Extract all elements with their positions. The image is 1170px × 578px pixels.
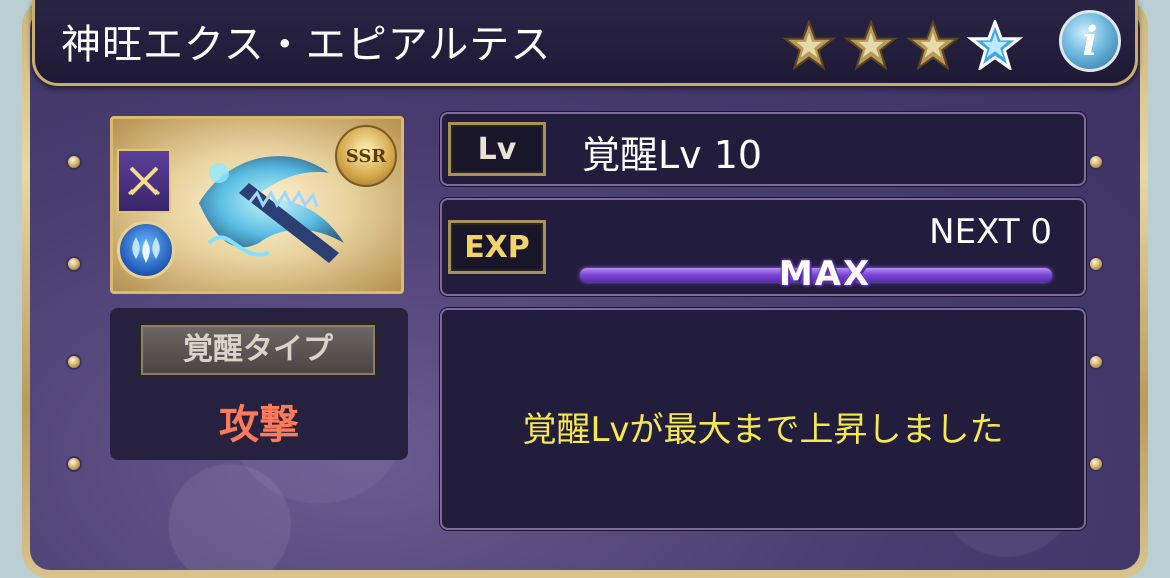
weapon-illustration	[199, 156, 344, 263]
info-button[interactable]: i	[1059, 10, 1121, 72]
awakening-type-label: 覚醒タイプ	[138, 322, 378, 378]
exp-max-label: MAX	[778, 254, 872, 294]
rivet-icon	[1088, 456, 1104, 472]
rarity-stars	[781, 20, 1023, 70]
star-icon	[782, 20, 836, 70]
item-portrait[interactable]: SSR	[110, 116, 404, 294]
dialog-frame: SSR 覚醒タイプ 攻撃 Lv 覚醒Lv 10 EXP NEXT 0 MAX 覚…	[22, 0, 1148, 578]
awakened-star-icon	[967, 20, 1023, 70]
rivet-icon	[66, 256, 82, 272]
element-badge	[117, 221, 175, 279]
exp-tag: EXP	[448, 220, 546, 274]
item-title: 神旺エクス・エピアルテス	[61, 22, 552, 68]
rivet-icon	[66, 154, 82, 170]
level-tag: Lv	[448, 122, 546, 176]
rivet-icon	[1088, 354, 1104, 370]
rivet-icon	[66, 456, 82, 472]
next-exp-text: NEXT 0	[929, 212, 1052, 252]
level-row: Lv 覚醒Lv 10	[440, 112, 1086, 186]
rivet-icon	[1088, 154, 1104, 170]
rarity-badge: SSR	[335, 125, 397, 187]
status-message: 覚醒Lvが最大まで上昇しました	[522, 410, 1004, 450]
awakening-level-text: 覚醒Lv 10	[582, 133, 763, 177]
rivet-icon	[66, 354, 82, 370]
rivet-icon	[1088, 256, 1104, 272]
star-icon	[844, 20, 898, 70]
message-panel: 覚醒Lvが最大まで上昇しました	[440, 308, 1086, 530]
awakening-type-panel: 覚醒タイプ 攻撃	[110, 308, 408, 460]
awakening-type-value: 攻撃	[219, 402, 299, 448]
dialog-body: SSR 覚醒タイプ 攻撃 Lv 覚醒Lv 10 EXP NEXT 0 MAX 覚…	[30, 8, 1140, 570]
crossed-swords-icon	[127, 166, 161, 196]
water-icon	[132, 237, 160, 263]
title-bar: 神旺エクス・エピアルテス i	[32, 0, 1138, 86]
star-icon	[906, 20, 960, 70]
class-badge	[117, 149, 171, 213]
exp-row: EXP NEXT 0 MAX	[440, 198, 1086, 296]
